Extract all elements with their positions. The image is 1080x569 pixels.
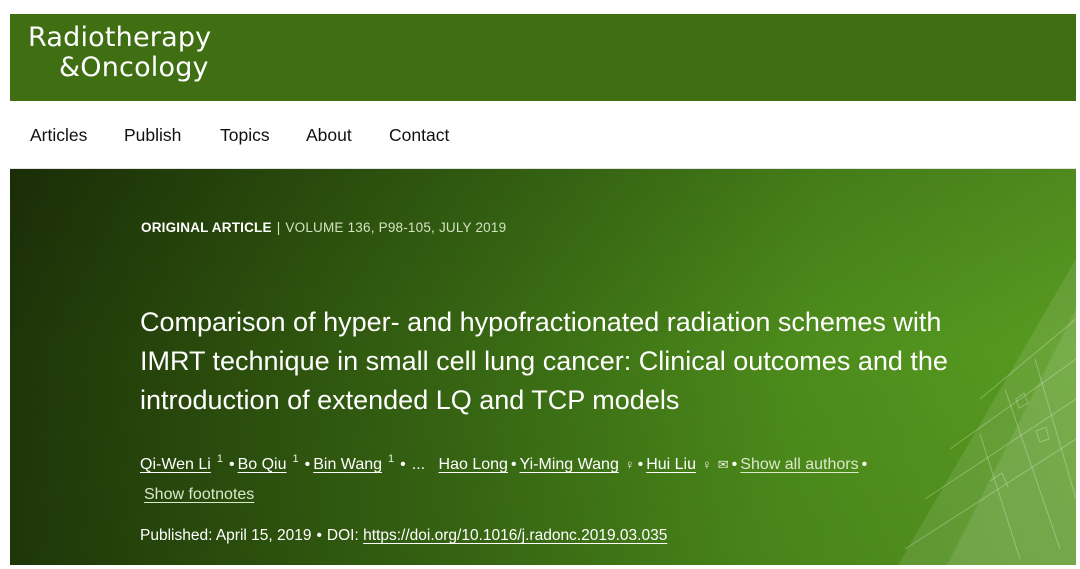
article-meta: ORIGINAL ARTICLE | VOLUME 136, P98-105, JU…: [141, 220, 506, 235]
author-link[interactable]: Qi-Wen Li: [140, 456, 211, 473]
author-bullet: •: [637, 456, 644, 473]
title-line-1: Comparison of hyper- and hypofractionate…: [140, 307, 942, 337]
person-icon[interactable]: ♀︎: [625, 457, 635, 472]
author-link[interactable]: Bin Wang: [313, 456, 382, 473]
publication-info: Published: April 15, 2019 • DOI: https://d…: [140, 527, 667, 545]
show-footnotes-link[interactable]: Show footnotes: [144, 486, 254, 503]
doi-link[interactable]: https://doi.org/10.1016/j.radonc.2019.03…: [363, 527, 667, 544]
person-icon[interactable]: ♀︎: [702, 457, 712, 472]
author-link[interactable]: Hao Long: [439, 456, 508, 473]
nav-publish[interactable]: Publish: [124, 125, 181, 146]
logo-line-2: &Oncology: [59, 52, 209, 83]
affiliation-sup: 1: [388, 453, 395, 465]
envelope-icon[interactable]: ✉︎: [718, 457, 729, 472]
volume-citation: VOLUME 136, P98-105, JULY 2019: [285, 220, 507, 235]
author-bullet: •: [861, 456, 868, 473]
author-bullet: •: [400, 456, 406, 473]
header-bar: Radiotherapy &Oncology: [10, 14, 1076, 101]
author-link[interactable]: Bo Qiu: [238, 456, 287, 473]
nav-articles[interactable]: Articles: [30, 125, 87, 146]
author-link[interactable]: Yi-Ming Wang: [520, 456, 619, 473]
author-ellipsis: ...: [411, 456, 426, 473]
author-bullet: •: [304, 456, 311, 473]
author-bullet: •: [228, 456, 235, 473]
title-line-2: IMRT technique in small cell lung cancer…: [140, 346, 948, 376]
article-hero: ORIGINAL ARTICLE | VOLUME 136, P98-105, JU…: [10, 169, 1076, 565]
author-link[interactable]: Hui Liu: [646, 456, 696, 473]
author-list: Qi-Wen Li 1 • Bo Qiu 1 • Bin Wang 1 •... Hao Lon…: [140, 444, 1050, 510]
nav-about[interactable]: About: [306, 125, 352, 146]
main-nav: Articles Publish Topics About Contact: [10, 101, 1076, 169]
nav-contact[interactable]: Contact: [389, 125, 449, 146]
nav-topics[interactable]: Topics: [220, 125, 270, 146]
pub-bullet: •: [316, 527, 322, 544]
meta-separator: |: [276, 220, 281, 235]
logo-line-1: Radiotherapy: [28, 22, 212, 53]
article-title: Comparison of hyper- and hypofractionate…: [140, 303, 1060, 420]
journal-logo[interactable]: Radiotherapy &Oncology: [28, 23, 211, 83]
title-line-3: introduction of extended LQ and TCP mode…: [140, 385, 680, 415]
doi-label: DOI:: [326, 527, 359, 544]
affiliation-sup: 1: [292, 453, 299, 465]
author-bullet: •: [510, 456, 517, 473]
affiliation-sup: 1: [216, 453, 223, 465]
article-type: ORIGINAL ARTICLE: [141, 220, 272, 235]
published-date: Published: April 15, 2019: [140, 527, 312, 544]
author-bullet: •: [731, 456, 738, 473]
show-all-authors-link[interactable]: Show all authors: [740, 456, 858, 473]
